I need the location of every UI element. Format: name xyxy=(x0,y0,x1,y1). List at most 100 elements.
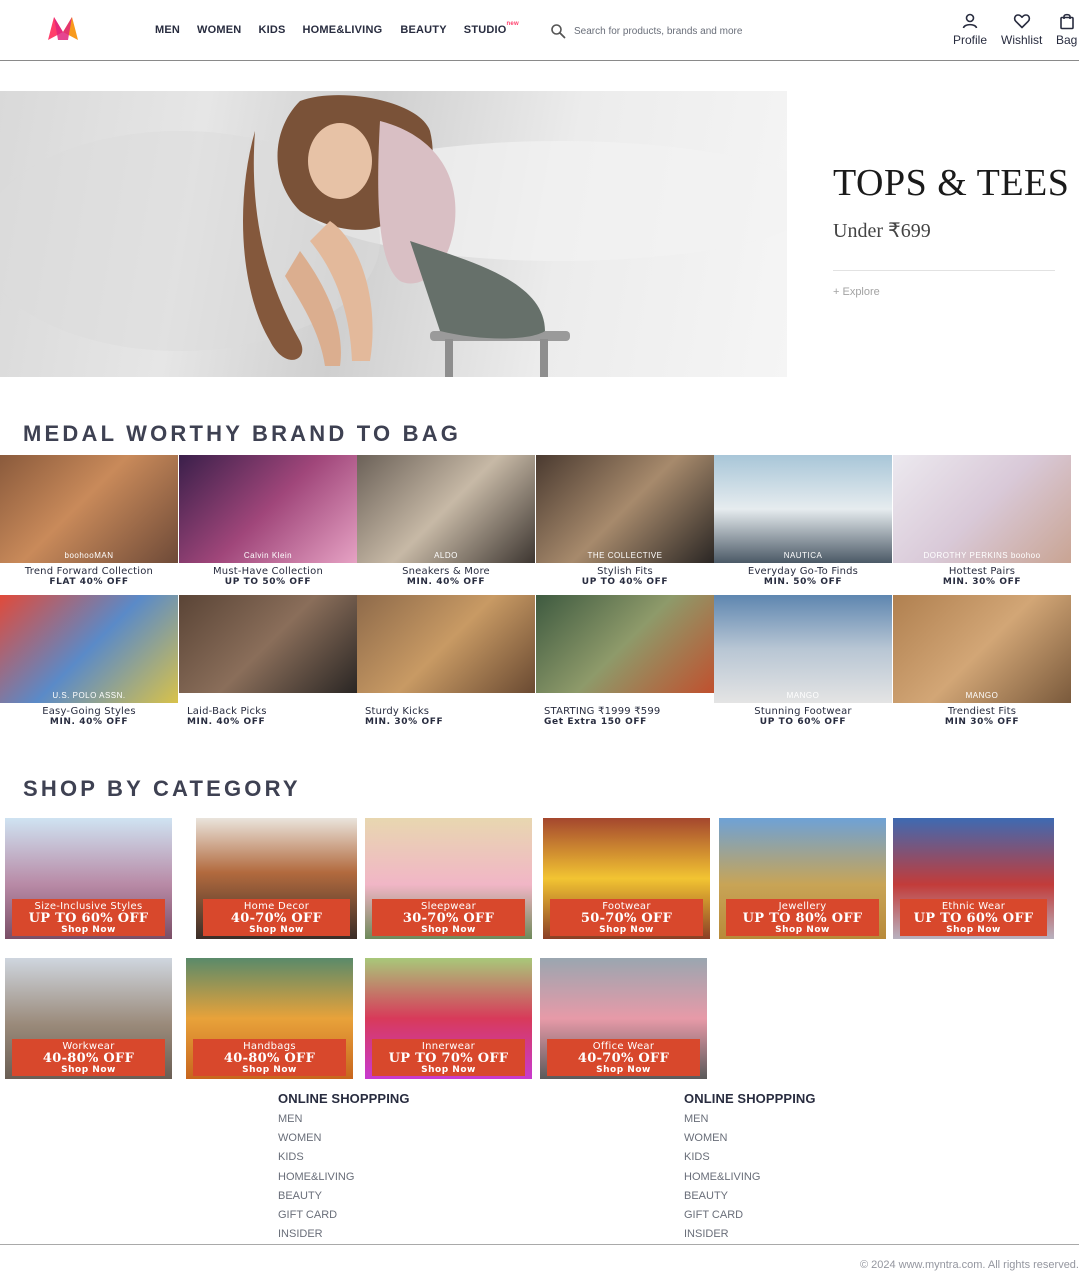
brand-image: ALDO xyxy=(357,455,535,563)
brand-card[interactable]: boohooMAN Trend Forward Collection FLAT 40… xyxy=(0,455,178,595)
brand-logo: U.S. POLO ASSN. xyxy=(52,691,126,700)
nav-kids[interactable]: KIDS xyxy=(258,24,285,36)
shop-now-link[interactable]: Shop Now xyxy=(12,1065,165,1075)
shop-now-link[interactable]: Shop Now xyxy=(203,925,350,935)
brand-logo: MANGO xyxy=(786,691,820,700)
brand-offer: MIN. 40% OFF xyxy=(49,717,129,727)
category-offer-band: Office Wear 40-70% OFF Shop Now xyxy=(547,1039,700,1076)
footer-link-women[interactable]: WOMEN xyxy=(684,1129,816,1148)
brand-card[interactable]: MANGO Stunning Footwear UP TO 60% OFF xyxy=(714,595,892,735)
shop-now-link[interactable]: Shop Now xyxy=(372,925,525,935)
footer-link-kids[interactable]: KIDS xyxy=(278,1148,410,1167)
shop-now-link[interactable]: Shop Now xyxy=(547,1065,700,1075)
nav-studio[interactable]: STUDIOnew xyxy=(464,21,519,36)
brand-card[interactable]: Calvin Klein Must-Have Collection UP TO 50… xyxy=(179,455,357,595)
footer-heading: ONLINE SHOPPPING xyxy=(278,1091,410,1106)
footer-link-men[interactable]: MEN xyxy=(684,1110,816,1129)
brand-tagline: Easy-Going Styles xyxy=(42,706,136,717)
brand-tagline: Sturdy Kicks xyxy=(365,706,430,717)
category-card[interactable]: Size-Inclusive Styles UP TO 60% OFF Shop N… xyxy=(5,818,172,939)
footer-link-home-living[interactable]: HOME&LIVING xyxy=(684,1168,816,1187)
category-offer-band: Handbags 40-80% OFF Shop Now xyxy=(193,1039,346,1076)
brand-card[interactable]: THE COLLECTIVE Stylish Fits UP TO 40% OFF xyxy=(536,455,714,595)
shop-now-link[interactable]: Shop Now xyxy=(372,1065,525,1075)
brand-card[interactable]: U.S. POLO ASSN. Easy-Going Styles MIN. 40%… xyxy=(0,595,178,735)
category-offer: 40-70% OFF xyxy=(577,1051,670,1066)
shop-now-link[interactable]: Shop Now xyxy=(12,925,165,935)
nav-beauty[interactable]: BEAUTY xyxy=(400,24,446,36)
brand-logo: THE COLLECTIVE xyxy=(587,551,663,560)
category-offer-band: Innerwear UP TO 70% OFF Shop Now xyxy=(372,1039,525,1076)
brand-card[interactable]: Allen Solly CL SPORT & More STARTING ₹199… xyxy=(536,595,714,735)
footer-link-women[interactable]: WOMEN xyxy=(278,1129,410,1148)
brand-image: boohooMAN xyxy=(0,455,178,563)
category-section-title: SHOP BY CATEGORY xyxy=(23,776,301,801)
footer-link-home-living[interactable]: HOME&LIVING xyxy=(278,1168,410,1187)
footer-link-insider[interactable]: INSIDER xyxy=(278,1225,410,1244)
brand-tagline: Hottest Pairs xyxy=(948,566,1016,577)
brand-card[interactable]: ALDO Sneakers & More MIN. 40% OFF xyxy=(357,455,535,595)
footer-link-beauty[interactable]: BEAUTY xyxy=(278,1187,410,1206)
brand-image: THE COLLECTIVE xyxy=(536,455,714,563)
myntra-logo[interactable] xyxy=(46,14,80,42)
category-offer: 30-70% OFF xyxy=(402,911,495,926)
brand-offer: Get Extra 150 OFF xyxy=(544,717,647,727)
brand-card[interactable]: NAUTICA Everyday Go-To Finds MIN. 50% OFF xyxy=(714,455,892,595)
category-card[interactable]: Handbags 40-80% OFF Shop Now xyxy=(186,958,353,1079)
category-card[interactable]: Sleepwear 30-70% OFF Shop Now xyxy=(365,818,532,939)
heart-icon xyxy=(1013,14,1030,29)
shop-now-link[interactable]: Shop Now xyxy=(550,925,703,935)
footer-link-gift-card[interactable]: GIFT CARD xyxy=(684,1206,816,1225)
wishlist-button[interactable]: Wishlist xyxy=(1001,12,1042,47)
brand-card[interactable]: Woodland Sturdy KicksMIN. 30% OFF xyxy=(357,595,535,735)
brand-logo: DOROTHY PERKINS boohoo xyxy=(923,551,1041,560)
brand-offer: MIN. 40% OFF xyxy=(187,717,266,727)
category-offer-band: Sleepwear 30-70% OFF Shop Now xyxy=(372,899,525,936)
top-header: MEN WOMEN KIDS HOME&LIVING BEAUTY STUDIO… xyxy=(0,0,1079,61)
brand-card[interactable]: Levi's TOMMY HILFIGER Laid-Back PicksMIN.… xyxy=(179,595,357,735)
shop-now-link[interactable]: Shop Now xyxy=(726,925,879,935)
footer-link-gift-card[interactable]: GIFT CARD xyxy=(278,1206,410,1225)
brand-tagline: Sneakers & More xyxy=(402,566,490,577)
category-card[interactable]: Jewellery UP TO 80% OFF Shop Now xyxy=(719,818,886,939)
bag-button[interactable]: Bag xyxy=(1056,12,1077,47)
category-card[interactable]: Ethnic Wear UP TO 60% OFF Shop Now xyxy=(893,818,1054,939)
nav-men[interactable]: MEN xyxy=(155,24,180,36)
footer-link-kids[interactable]: KIDS xyxy=(684,1148,816,1167)
search-icon[interactable] xyxy=(550,23,566,39)
category-offer: UP TO 70% OFF xyxy=(388,1051,509,1066)
nav-women[interactable]: WOMEN xyxy=(197,24,241,36)
footer-link-beauty[interactable]: BEAUTY xyxy=(684,1187,816,1206)
shop-now-link[interactable]: Shop Now xyxy=(900,925,1047,935)
new-badge: new xyxy=(506,21,519,27)
brand-card[interactable]: DOROTHY PERKINS boohoo Hottest Pairs MIN. … xyxy=(893,455,1071,595)
brand-offer: MIN. 40% OFF xyxy=(406,577,486,587)
hero-model-illustration xyxy=(0,95,787,377)
brand-image: MANGO xyxy=(714,595,892,703)
brand-image: Calvin Klein xyxy=(179,455,357,563)
category-card[interactable]: Workwear 40-80% OFF Shop Now xyxy=(5,958,172,1079)
brand-tagline: STARTING ₹1999 ₹599 xyxy=(544,706,661,717)
explore-link[interactable]: + Explore xyxy=(833,286,880,298)
category-card[interactable]: Home Decor 40-70% OFF Shop Now xyxy=(196,818,357,939)
brand-card[interactable]: MANGO Trendiest Fits MIN 30% OFF xyxy=(893,595,1071,735)
category-offer-band: Footwear 50-70% OFF Shop Now xyxy=(550,899,703,936)
brand-image: Allen Solly CL SPORT & More xyxy=(536,595,714,693)
category-card[interactable]: Innerwear UP TO 70% OFF Shop Now xyxy=(365,958,532,1079)
brand-logo: boohooMAN xyxy=(64,551,114,560)
category-card[interactable]: Office Wear 40-70% OFF Shop Now xyxy=(540,958,707,1079)
brand-offer: UP TO 60% OFF xyxy=(759,717,847,727)
shop-now-link[interactable]: Shop Now xyxy=(193,1065,346,1075)
footer-link-men[interactable]: MEN xyxy=(278,1110,410,1129)
footer-divider xyxy=(0,1244,1079,1245)
category-offer: UP TO 60% OFF xyxy=(28,911,149,926)
brand-tagline: Laid-Back Picks xyxy=(187,706,267,717)
brand-image: Woodland xyxy=(357,595,535,693)
search-input[interactable] xyxy=(574,21,874,41)
category-card[interactable]: Footwear 50-70% OFF Shop Now xyxy=(543,818,710,939)
nav-home-living[interactable]: HOME&LIVING xyxy=(303,24,383,36)
category-offer: 40-80% OFF xyxy=(42,1051,135,1066)
footer-link-insider[interactable]: INSIDER xyxy=(684,1225,816,1244)
hero-banner-image[interactable] xyxy=(0,91,787,377)
profile-button[interactable]: Profile xyxy=(953,12,987,47)
